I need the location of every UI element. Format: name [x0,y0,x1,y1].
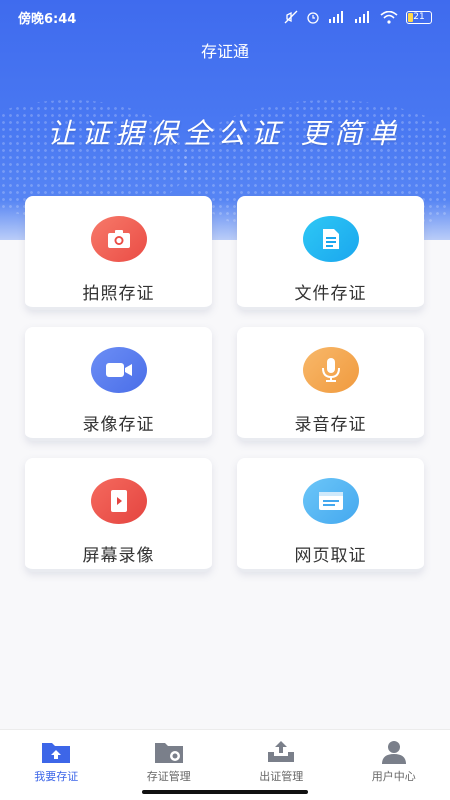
tab-label: 出证管理 [259,770,304,783]
card-label: 拍照存证 [82,284,155,304]
slogan: 让证据保全公证 更简单 [47,117,403,150]
card-label: 文件存证 [294,284,367,304]
user-icon [381,741,406,764]
battery-level: 21 [413,12,425,22]
screen-record-icon [90,478,147,524]
upload-folder-icon [42,743,71,763]
microphone-icon [302,347,359,393]
status-bar: 傍晚6:44 21 [0,0,450,34]
video-camera-icon [90,347,147,393]
webpage-evidence-button[interactable]: 网页取证 [237,458,424,572]
video-evidence-button[interactable]: 录像存证 [25,327,212,441]
camera-icon [90,216,147,262]
home-indicator[interactable] [142,790,308,794]
webpage-icon [302,478,359,524]
tab-my-evidence[interactable]: 我要存证 [0,730,113,800]
tab-label: 我要存证 [34,770,79,783]
document-icon [302,216,359,262]
card-label: 网页取证 [294,546,367,566]
tab-label: 用户中心 [371,770,416,783]
signal-icon [329,11,343,23]
audio-evidence-button[interactable]: 录音存证 [237,327,424,441]
folder-manage-icon [154,743,183,763]
battery-icon: 21 [406,10,432,24]
card-label: 录音存证 [294,415,367,435]
photo-evidence-button[interactable]: 拍照存证 [25,196,212,310]
alarm-icon [307,12,319,24]
wifi-icon [380,10,398,24]
page-title: 存证通 [200,42,249,61]
file-evidence-button[interactable]: 文件存证 [237,196,424,310]
screen-record-button[interactable]: 屏幕录像 [25,458,212,572]
signal-icon [355,11,369,23]
tab-label: 存证管理 [146,770,191,783]
mute-icon [284,10,298,24]
card-label: 录像存证 [82,415,155,435]
status-time: 傍晚6:44 [18,11,77,27]
card-label: 屏幕录像 [82,546,155,566]
export-tray-icon [268,741,295,762]
tab-user-center[interactable]: 用户中心 [338,730,450,800]
